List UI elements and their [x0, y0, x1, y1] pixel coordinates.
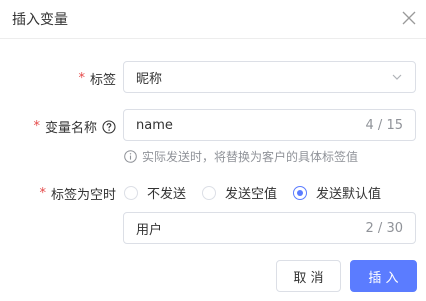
empty-rule-label: 标签为空时 [50, 188, 116, 203]
info-circle-icon [124, 150, 137, 163]
radio-label: 不发送 [147, 187, 187, 202]
tag-label-row: * 标签 [78, 69, 116, 88]
tag-label: 标签 [89, 73, 116, 88]
var-name-label: 变量名称 [44, 121, 97, 136]
radio-label: 发送空值 [225, 187, 278, 202]
empty-rule-radio-group: 不发送 发送空值 发送默认值 [124, 183, 397, 202]
default-value-input[interactable]: 用户 2 / 30 [123, 212, 416, 244]
insert-button[interactable]: 插 入 [350, 260, 417, 292]
radio-circle [202, 185, 217, 200]
var-name-counter: 4 / 15 [365, 117, 403, 133]
var-name-label-row: * 变量名称 [33, 117, 116, 136]
default-value: 用户 [136, 222, 163, 238]
radio-label: 发送默认值 [316, 187, 382, 202]
insert-variable-dialog: 插入变量 * 标签 昵称 * 变量名称 name 4 / 15 实际发送时，将替… [0, 0, 426, 301]
radio-circle-checked [293, 185, 308, 200]
radio-no-send[interactable]: 不发送 [124, 183, 186, 202]
question-circle-icon[interactable] [102, 119, 116, 134]
required-mark: * [33, 119, 40, 134]
radio-send-default[interactable]: 发送默认值 [293, 183, 381, 202]
dialog-title: 插入变量 [12, 12, 68, 28]
required-mark: * [78, 71, 85, 86]
header-divider [0, 38, 426, 39]
tag-select-value: 昵称 [136, 71, 163, 87]
var-name-hint: 实际发送时，将替换为客户的具体标签值 [124, 148, 358, 165]
tag-select[interactable]: 昵称 [123, 61, 416, 93]
cancel-button[interactable]: 取 消 [276, 260, 341, 292]
var-name-value: name [136, 117, 173, 133]
radio-circle [124, 185, 138, 200]
chevron-down-icon [392, 74, 402, 80]
var-name-input[interactable]: name 4 / 15 [123, 109, 416, 141]
radio-send-empty[interactable]: 发送空值 [202, 183, 277, 202]
default-value-counter: 2 / 30 [365, 220, 403, 236]
required-mark: * [39, 186, 46, 201]
hint-text: 实际发送时，将替换为客户的具体标签值 [142, 150, 359, 164]
empty-rule-label-row: * 标签为空时 [39, 184, 116, 203]
close-icon[interactable] [400, 9, 418, 27]
